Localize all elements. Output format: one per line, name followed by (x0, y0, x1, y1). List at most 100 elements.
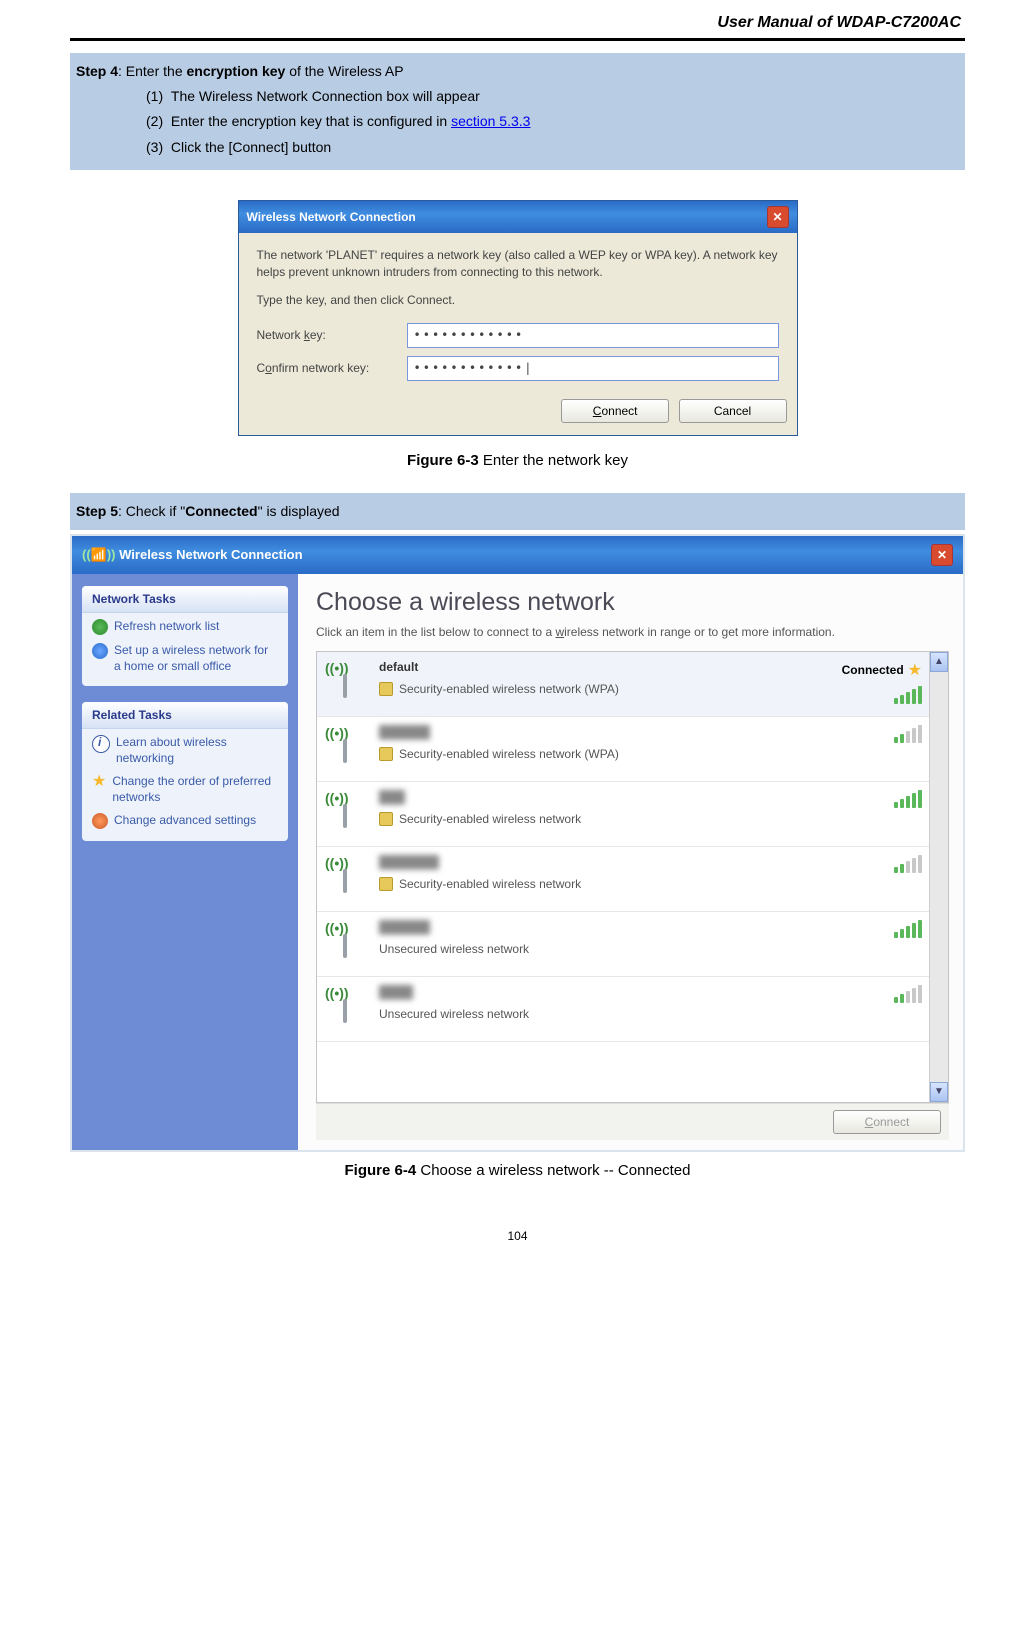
network-status-area (802, 790, 922, 808)
network-status-area (802, 920, 922, 938)
network-name: ██████ (379, 725, 792, 739)
network-name: ███████ (379, 855, 792, 869)
sidebar-item-label: Change the order of preferred networks (112, 774, 278, 805)
sidebar-item-advanced[interactable]: Change advanced settings (82, 807, 288, 831)
main-heading: Choose a wireless network (316, 588, 949, 617)
signal-icon (894, 686, 922, 704)
star-icon: ★ (92, 774, 106, 790)
caption-bold: Figure 6-3 (407, 452, 479, 469)
step4-text-b: of the Wireless AP (285, 63, 403, 79)
caption-text: Choose a wireless network -- Connected (416, 1162, 690, 1179)
step4-bold: encryption key (187, 63, 286, 79)
sidebar-item-refresh[interactable]: Refresh network list (82, 613, 288, 637)
page-number: 104 (70, 1229, 965, 1243)
gear-icon (92, 813, 108, 829)
wifi-icon (325, 660, 369, 708)
signal-icon (894, 920, 922, 938)
step-4-block: Step 4: Enter the encryption key of the … (70, 53, 965, 170)
step4-item: (3) Click the [Connect] button (146, 135, 959, 160)
confirm-key-input[interactable]: ••••••••••••| (407, 356, 779, 381)
step5-bold: Connected (185, 503, 257, 519)
sidebar-item-label: Refresh network list (114, 619, 219, 635)
network-security: Unsecured wireless network (379, 942, 792, 956)
wifi-icon (325, 725, 369, 773)
scrollbar[interactable]: ▲ ▼ (929, 652, 948, 1102)
confirm-key-label: Confirm network key: (257, 360, 407, 377)
network-status-area (802, 985, 922, 1003)
info-icon (92, 735, 110, 753)
caption-bold: Figure 6-4 (345, 1162, 417, 1179)
step-5-block: Step 5: Check if "Connected" is displaye… (70, 493, 965, 530)
caption-text: Enter the network key (479, 452, 628, 469)
step5-text-b: " is displayed (258, 503, 340, 519)
network-key-input[interactable]: •••••••••••• (407, 323, 779, 348)
sidebar-item-setup[interactable]: Set up a wireless network for a home or … (82, 637, 288, 676)
network-name: default (379, 660, 792, 674)
lock-icon (379, 877, 393, 891)
step4-item: (2) Enter the encryption key that is con… (146, 109, 959, 134)
lock-icon (379, 747, 393, 761)
panel-title: Related Tasks (82, 702, 288, 729)
network-item[interactable]: ██████ Unsecured wireless network (317, 912, 948, 977)
signal-icon (894, 725, 922, 743)
signal-icon (894, 855, 922, 873)
section-link[interactable]: section 5.3.3 (451, 113, 530, 129)
close-icon[interactable]: ✕ (931, 544, 953, 566)
sidebar-item-label: Learn about wireless networking (116, 735, 278, 766)
network-item[interactable]: ███ Security-enabled wireless network (317, 782, 948, 847)
figure-caption: Figure 6-3 Enter the network key (70, 452, 965, 469)
network-item[interactable]: ███████Security-enabled wireless network (317, 847, 948, 912)
network-key-label: Network key: (257, 327, 407, 344)
cancel-button[interactable]: Cancel (679, 399, 787, 423)
antenna-icon: ((📶)) (82, 547, 116, 562)
step4-text-a: : Enter the (118, 63, 186, 79)
wifi-icon (325, 790, 369, 838)
network-name: ████ (379, 985, 792, 999)
network-item[interactable]: ████ Unsecured wireless network (317, 977, 948, 1042)
close-icon[interactable]: ✕ (767, 206, 789, 228)
panel-title: Network Tasks (82, 586, 288, 613)
refresh-icon (92, 619, 108, 635)
dialog-titlebar: Wireless Network Connection ✕ (239, 201, 797, 233)
connect-button[interactable]: Connect (561, 399, 669, 423)
dialog-text-2: Type the key, and then click Connect. (257, 292, 779, 309)
network-security: Security-enabled wireless network (WPA) (379, 747, 792, 761)
step4-item-text: Click the [Connect] button (171, 139, 331, 155)
network-status-area (802, 725, 922, 743)
sidebar-item-order[interactable]: ★ Change the order of preferred networks (82, 768, 288, 807)
dialog-title: Wireless Network Connection (247, 210, 416, 224)
network-key-dialog: Wireless Network Connection ✕ The networ… (238, 200, 798, 436)
connect-button[interactable]: Connect (833, 1110, 941, 1134)
step4-item: (1) The Wireless Network Connection box … (146, 84, 959, 109)
form-row: Confirm network key: ••••••••••••| (257, 356, 779, 381)
lock-icon (379, 812, 393, 826)
main-description: Click an item in the list below to conne… (316, 625, 836, 639)
network-item[interactable]: default Security-enabled wireless network… (317, 652, 948, 717)
network-item[interactable]: ██████ Security-enabled wireless network … (317, 717, 948, 782)
network-security: Security-enabled wireless network (379, 812, 792, 826)
network-security: Security-enabled wireless network (WPA) (379, 682, 792, 696)
sidebar-item-label: Change advanced settings (114, 813, 256, 829)
step5-text-a: : Check if " (118, 503, 185, 519)
wireless-connection-window: ((📶)) Wireless Network Connection ✕ Netw… (70, 534, 965, 1152)
network-name: ██████ (379, 920, 792, 934)
signal-icon (894, 790, 922, 808)
dialog-text-1: The network 'PLANET' requires a network … (257, 247, 779, 281)
form-row: Network key: •••••••••••• (257, 323, 779, 348)
scroll-up-icon[interactable]: ▲ (930, 652, 948, 672)
network-name: ███ (379, 790, 792, 804)
setup-icon (92, 643, 108, 659)
network-list: ▲ ▼ default Security-enabled wireless net… (316, 651, 949, 1103)
network-status-area (802, 855, 922, 873)
status-badge: Connected (842, 663, 904, 677)
sidebar-item-learn[interactable]: Learn about wireless networking (82, 729, 288, 768)
step4-label: Step 4 (76, 63, 118, 79)
scroll-down-icon[interactable]: ▼ (930, 1082, 948, 1102)
wifi-icon (325, 855, 369, 903)
window-title: Wireless Network Connection (119, 547, 302, 562)
network-tasks-panel: Network Tasks Refresh network list Set u… (82, 586, 288, 686)
sidebar: Network Tasks Refresh network list Set u… (72, 574, 298, 1150)
sidebar-item-label: Set up a wireless network for a home or … (114, 643, 278, 674)
network-security: Unsecured wireless network (379, 1007, 792, 1021)
lock-icon (379, 682, 393, 696)
